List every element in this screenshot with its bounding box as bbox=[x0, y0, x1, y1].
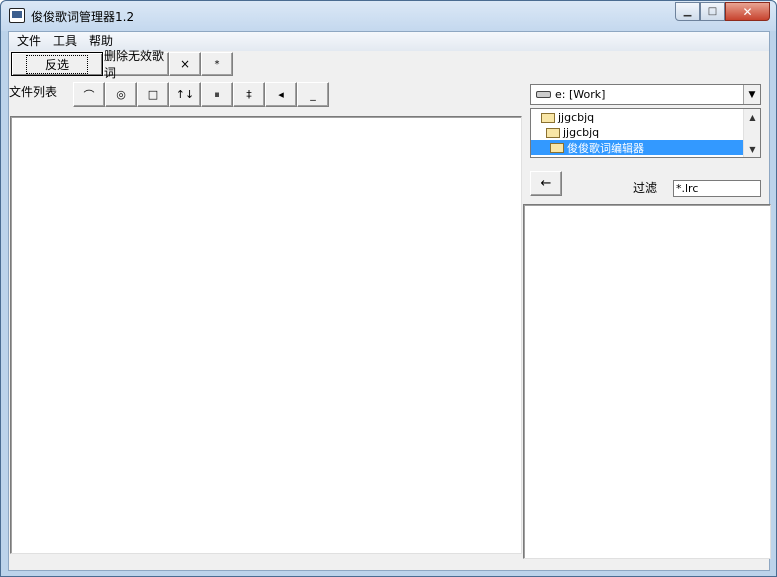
square-icon[interactable]: □ bbox=[137, 82, 169, 107]
client-area: 文件 工具 帮助 反选 删除无效歌词 × * 文件列表 ⌒ ◎ □ ↑↓ ⏸ ‡… bbox=[8, 31, 771, 571]
minimize-button[interactable]: ▁ bbox=[675, 2, 700, 21]
directory-scrollbar[interactable]: ▲ ▼ bbox=[743, 109, 760, 157]
delete-invalid-lyrics-button[interactable]: 删除无效歌词 bbox=[103, 49, 169, 80]
star-button[interactable]: * bbox=[201, 52, 233, 76]
directory-item-selected[interactable]: 俊俊歌词编辑器 bbox=[531, 140, 744, 155]
double-bar-icon[interactable]: ‡ bbox=[233, 82, 265, 107]
drive-icon bbox=[536, 91, 551, 98]
close-small-button[interactable]: × bbox=[169, 52, 201, 76]
scroll-down-icon[interactable]: ▼ bbox=[744, 141, 761, 157]
file-list[interactable] bbox=[10, 116, 522, 554]
back-button[interactable]: ← bbox=[530, 171, 562, 196]
chevron-down-icon[interactable]: ▼ bbox=[743, 85, 760, 104]
file-list-toolbar: ⌒ ◎ □ ↑↓ ⏸ ‡ ◂ _ bbox=[73, 82, 329, 107]
maximize-button[interactable]: □ bbox=[700, 2, 725, 21]
drive-select[interactable]: e: [Work] ▼ bbox=[530, 84, 761, 105]
title-bar[interactable]: 俊俊歌词管理器1.2 ▁ □ ✕ bbox=[1, 1, 776, 31]
directory-item[interactable]: jjgcbjq bbox=[531, 110, 744, 125]
directory-item-label: jjgcbjq bbox=[558, 111, 595, 124]
underscore-icon[interactable]: _ bbox=[297, 82, 329, 107]
invert-select-label: 反选 bbox=[25, 54, 88, 74]
filter-label: 过滤 bbox=[633, 181, 658, 195]
lyric-file-list[interactable] bbox=[523, 204, 771, 559]
menu-file[interactable]: 文件 bbox=[11, 32, 47, 51]
file-list-label: 文件列表 bbox=[9, 85, 58, 99]
drive-value: e: [Work] bbox=[555, 88, 606, 101]
close-button[interactable]: ✕ bbox=[725, 2, 770, 21]
left-triangle-icon[interactable]: ◂ bbox=[265, 82, 297, 107]
menu-tools[interactable]: 工具 bbox=[47, 32, 83, 51]
scroll-up-icon[interactable]: ▲ bbox=[744, 109, 761, 125]
window-title: 俊俊歌词管理器1.2 bbox=[31, 10, 135, 24]
directory-list[interactable]: jjgcbjq jjgcbjq 俊俊歌词编辑器 ▲ ▼ bbox=[530, 108, 761, 158]
folder-open-icon bbox=[550, 142, 564, 153]
app-window: 俊俊歌词管理器1.2 ▁ □ ✕ 文件 工具 帮助 反选 删除无效歌词 × * … bbox=[0, 0, 777, 577]
folder-open-icon bbox=[546, 127, 560, 138]
arc-icon[interactable]: ⌒ bbox=[73, 82, 105, 107]
filter-input[interactable]: *.lrc bbox=[673, 180, 761, 197]
caption-buttons: ▁ □ ✕ bbox=[675, 2, 770, 21]
directory-item[interactable]: jjgcbjq bbox=[531, 125, 744, 140]
folder-open-icon bbox=[541, 112, 555, 123]
main-toolbar: 反选 删除无效歌词 × * bbox=[11, 49, 233, 80]
pause-icon[interactable]: ⏸ bbox=[201, 82, 233, 107]
target-icon[interactable]: ◎ bbox=[105, 82, 137, 107]
up-down-arrows-icon[interactable]: ↑↓ bbox=[169, 82, 201, 107]
directory-item-label: 俊俊歌词编辑器 bbox=[567, 141, 644, 155]
directory-item-label: jjgcbjq bbox=[563, 126, 600, 139]
app-icon[interactable] bbox=[9, 8, 25, 23]
invert-select-button[interactable]: 反选 bbox=[11, 52, 103, 76]
